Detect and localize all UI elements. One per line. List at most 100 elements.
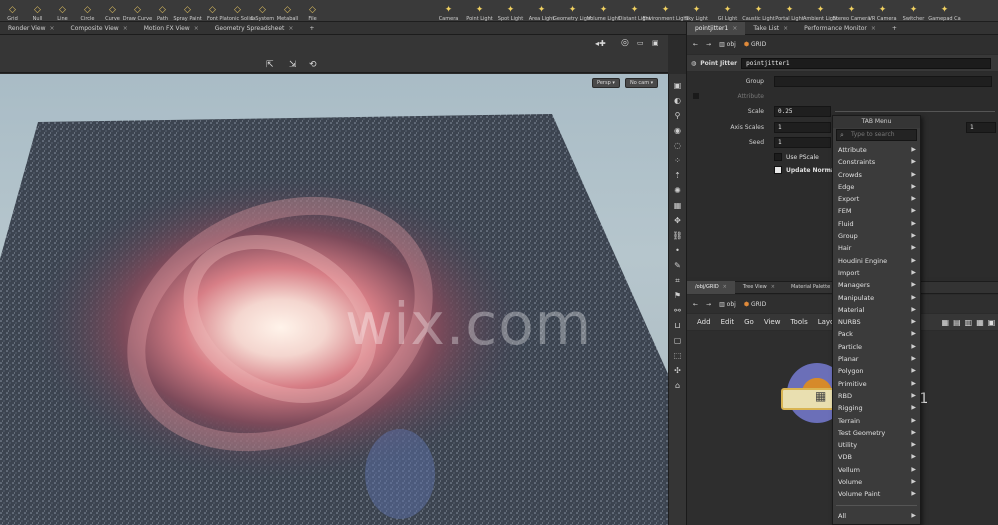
tab-menu-item-houdini-engine[interactable]: Houdini Engine ▶: [833, 255, 920, 267]
shelf-tool-spot-light[interactable]: ✦ Spot Light: [495, 0, 526, 22]
forward-arrow-icon[interactable]: →: [706, 41, 711, 48]
network-forward-icon[interactable]: →: [706, 301, 711, 308]
tab-menu-search-input[interactable]: ⌕ Type to search: [836, 129, 917, 141]
shelf-tool-geometry-light[interactable]: ✦ Geometry Light: [553, 0, 592, 22]
shelf-tool-environment-light[interactable]: ✦ Environment Light: [643, 0, 689, 22]
tab-tree-view[interactable]: Tree View ×: [735, 281, 783, 294]
shelf-tool-caustic-light[interactable]: ✦ Caustic Light: [742, 0, 775, 22]
tab-menu-item-fem[interactable]: FEM ▶: [833, 205, 920, 217]
menu-tools[interactable]: Tools: [790, 318, 807, 326]
shelf-tool-stereo-camera[interactable]: ✦ Stereo Camera: [833, 0, 871, 22]
shelf-tool-spray-paint[interactable]: ◇ Spray Paint: [173, 0, 201, 22]
display-toggle-icon[interactable]: ▣: [674, 80, 682, 91]
shading-icon[interactable]: ◉: [674, 125, 681, 136]
magnet-icon[interactable]: ⊔: [674, 320, 680, 331]
menu-add[interactable]: Add: [697, 318, 711, 326]
menu-view[interactable]: View: [764, 318, 781, 326]
tab-menu-item-nurbs[interactable]: NURBS ▶: [833, 316, 920, 328]
tab-menu-item-all[interactable]: All ▶: [833, 510, 920, 522]
tab-composite-view[interactable]: Composite View ×: [63, 22, 136, 35]
tab-menu-item-rigging[interactable]: Rigging ▶: [833, 402, 920, 414]
network-geo-button[interactable]: ⬢ GRID: [744, 301, 766, 308]
shelf-tool-vr-camera[interactable]: ✦ VR Camera: [867, 0, 898, 22]
scale-field[interactable]: 0.25: [774, 106, 831, 117]
shelf-tool-sky-light[interactable]: ✦ Sky Light: [681, 0, 712, 22]
shelf-tool-ambient-light[interactable]: ✦ Ambient Light: [803, 0, 838, 22]
menu-edit[interactable]: Edit: [721, 318, 735, 326]
tab-menu-item-test-geometry[interactable]: Test Geometry ▶: [833, 427, 920, 439]
tab-menu-item-planar[interactable]: Planar ▶: [833, 353, 920, 365]
tab-take-list[interactable]: Take List ×: [745, 22, 796, 35]
tab-menu-item-primitive[interactable]: Primitive ▶: [833, 378, 920, 390]
back-arrow-icon[interactable]: ←: [693, 41, 698, 48]
bulb-icon[interactable]: ✺: [674, 185, 681, 196]
tab-render-view[interactable]: Render View ×: [0, 22, 63, 35]
transform-tool-icon[interactable]: ⇲: [289, 60, 297, 70]
network-back-icon[interactable]: ←: [693, 301, 698, 308]
tab-menu-item-constraints[interactable]: Constraints ▶: [833, 156, 920, 168]
ghost-icon[interactable]: ◌: [674, 140, 681, 151]
maximize-icon[interactable]: ▣: [652, 39, 659, 47]
handle-icon[interactable]: ✣: [674, 365, 681, 376]
camera-side-icon[interactable]: ⌂: [675, 380, 680, 391]
normals-icon[interactable]: ⇡: [674, 170, 681, 181]
shelf-tool-file[interactable]: ◇ File: [300, 0, 325, 22]
tab-menu-item-utility[interactable]: Utility ▶: [833, 439, 920, 451]
menu-go[interactable]: Go: [744, 318, 754, 326]
tab-menu-item-polygon[interactable]: Polygon ▶: [833, 365, 920, 377]
tab-menu-item-material[interactable]: Material ▶: [833, 304, 920, 316]
tab-network-editor[interactable]: /obj/GRID ×: [687, 281, 735, 294]
lock-camera-icon[interactable]: ⚲: [675, 110, 681, 121]
tab-menu-item-edge[interactable]: Edge ▶: [833, 181, 920, 193]
shelf-tool-path[interactable]: ◇ Path: [150, 0, 175, 22]
snap-icon[interactable]: ✥: [674, 215, 681, 226]
tab-geometry-spreadsheet[interactable]: Geometry Spreadsheet ×: [207, 22, 302, 35]
axis-scale-x-field[interactable]: 1: [774, 122, 831, 133]
camera-menu-button[interactable]: No cam ▾: [625, 78, 659, 88]
tab-menu-item-attribute[interactable]: Attribute ▶: [833, 144, 920, 156]
shelf-tool-platonic-solids[interactable]: ◇ Platonic Solids: [219, 0, 255, 22]
tab-menu-item-particle[interactable]: Particle ▶: [833, 341, 920, 353]
shelf-tool-point-light[interactable]: ✦ Point Light: [464, 0, 495, 22]
tab-menu-item-volume[interactable]: Volume ▶: [833, 476, 920, 488]
wire-icon[interactable]: ⬚: [674, 350, 682, 361]
tab-performance-monitor[interactable]: Performance Monitor ×: [796, 22, 884, 35]
node-name-field[interactable]: pointjitter1: [741, 57, 992, 69]
rotate-tool-icon[interactable]: ⟲: [309, 60, 317, 70]
shelf-tool-curve[interactable]: ◇ Curve: [100, 0, 125, 22]
link-icon[interactable]: ⛓: [672, 230, 682, 241]
tab-menu-item-managers[interactable]: Managers ▶: [833, 279, 920, 291]
tab-menu-item-manipulate[interactable]: Manipulate ▶: [833, 292, 920, 304]
dot-icon[interactable]: •: [675, 245, 680, 256]
shelf-tool-null[interactable]: ◇ Null: [25, 0, 50, 22]
shelf-tool-switcher[interactable]: ✦ Switcher: [898, 0, 929, 22]
obj-context-button[interactable]: ▥ obj: [719, 41, 736, 48]
geo-node-button[interactable]: ⬢ GRID: [744, 41, 766, 48]
grid-display-icon[interactable]: ▦: [674, 200, 682, 211]
shelf-tool-gi-light[interactable]: ✦ GI Light: [712, 0, 743, 22]
select-tool-icon[interactable]: ⇱: [266, 60, 274, 70]
attribute-toggle[interactable]: [693, 93, 699, 99]
points-icon[interactable]: ⁘: [674, 155, 681, 166]
tab-menu-item-vellum[interactable]: Vellum ▶: [833, 464, 920, 476]
tab-menu-item-import[interactable]: Import ▶: [833, 267, 920, 279]
tab-menu-item-volume-paint[interactable]: Volume Paint ▶: [833, 488, 920, 500]
bone-icon[interactable]: ⚯: [674, 305, 681, 316]
tab-motion-fx-view[interactable]: Motion FX View ×: [136, 22, 207, 35]
group-field[interactable]: [774, 76, 992, 87]
pin-icon[interactable]: ▭: [637, 39, 644, 47]
shelf-tool-camera[interactable]: ✦ Camera: [433, 0, 464, 22]
brush-icon[interactable]: ✎: [674, 260, 681, 271]
display-options-icon[interactable]: ◎: [621, 38, 629, 48]
move-back-icon[interactable]: ◂✚: [595, 39, 606, 48]
network-display-icons[interactable]: ▦▤▥▦▣: [942, 318, 998, 327]
frame-icon[interactable]: ⌗: [675, 275, 680, 286]
cube-icon[interactable]: ▢: [674, 335, 682, 346]
tab-menu-item-export[interactable]: Export ▶: [833, 193, 920, 205]
tab-menu-item-crowds[interactable]: Crowds ▶: [833, 169, 920, 181]
axis-scale-z-field[interactable]: 1: [966, 122, 996, 133]
tab-menu-item-terrain[interactable]: Terrain ▶: [833, 415, 920, 427]
tab-menu-item-fluid[interactable]: Fluid ▶: [833, 218, 920, 230]
tab-menu-item-rbd[interactable]: RBD ▶: [833, 390, 920, 402]
add-tab-button[interactable]: +: [301, 22, 322, 35]
